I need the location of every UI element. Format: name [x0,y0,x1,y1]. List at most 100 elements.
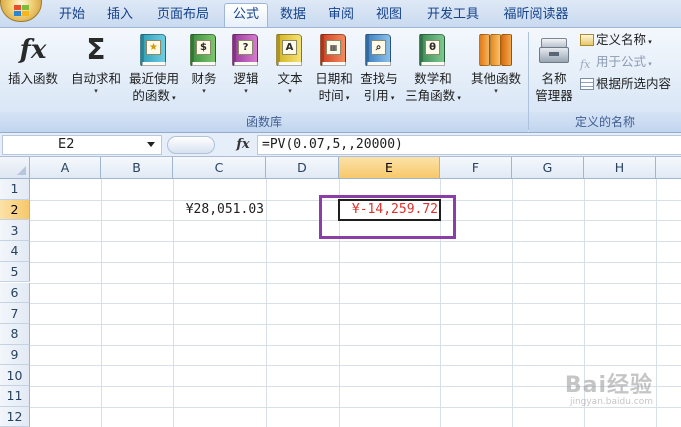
date-time-button[interactable]: ▦ 日期和 时间 ▾ [312,32,356,107]
row-header-4[interactable]: 4 [0,241,30,262]
text-functions-button[interactable]: A 文本 ▾ [272,32,308,96]
create-from-selection-label: 根据所选内容 [596,76,672,91]
fx-icon: fx [19,35,47,65]
tab-foxit-reader[interactable]: 福昕阅读器 [494,5,578,27]
lookup-reference-button[interactable]: ⌕ 查找与 引用 ▾ [356,32,402,107]
lookup-reference-label-1: 查找与 [360,71,398,86]
column-header-a[interactable]: A [30,157,101,179]
autosum-label: 自动求和 [70,71,121,86]
book-magnifier-icon: ⌕ [365,34,391,66]
create-from-selection-icon [580,78,594,90]
office-logo-icon [14,5,30,17]
book-finance-icon: $ [190,34,216,66]
worksheet-grid[interactable]: A B C D E F G H 1 2 3 4 5 6 7 8 9 10 11 … [0,157,681,427]
column-header-c[interactable]: C [173,157,266,179]
cell-c2[interactable]: ¥28,051.03 [173,200,264,220]
name-manager-label-2: 管理器 [535,88,573,103]
row-header-10[interactable]: 10 [0,365,30,386]
math-trig-label-2: 三角函数 [405,88,456,103]
more-functions-dropdown-icon: ▾ [494,87,498,95]
tab-data[interactable]: 数据 [273,5,313,27]
row-header-11[interactable]: 11 [0,386,30,407]
gridline [30,282,681,284]
date-time-label-1: 日期和 [315,71,353,86]
financial-button[interactable]: $ 财务 ▾ [186,32,222,96]
column-header-f[interactable]: F [440,157,512,179]
autosum-button[interactable]: Σ 自动求和 ▾ [66,32,126,96]
tab-view[interactable]: 视图 [369,5,409,27]
name-box[interactable]: E2 [2,135,162,155]
recently-used-label-2: 的函数 [132,88,170,103]
text-functions-label: 文本 [277,71,303,86]
gridline [30,261,681,263]
recently-used-label-1: 最近使用 [128,71,179,86]
use-in-formula-icon: fx [580,58,591,71]
book-theta-icon: θ [419,34,445,66]
insert-function-label: 插入函数 [7,71,58,86]
ribbon: fx 插入函数 Σ 自动求和 ▾ ★ 最近使用 的函数 ▾ $ 财务 ▾ ? 逻… [0,27,681,133]
tab-page-layout[interactable]: 页面布局 [148,5,218,27]
logical-button[interactable]: ? 逻辑 ▾ [228,32,264,96]
gridline [30,323,681,325]
use-in-formula-label: 用于公式 [596,54,647,69]
office-button[interactable] [0,0,42,22]
row-header-2[interactable]: 2 [0,199,30,221]
math-trig-label-1: 数学和 [414,71,452,86]
create-from-selection-button[interactable]: 根据所选内容 [580,74,671,94]
column-header-d[interactable]: D [266,157,339,179]
name-manager-button[interactable]: 名称 管理器 [530,32,578,104]
insert-function-fx-button[interactable]: fx [233,135,253,155]
tab-home[interactable]: 开始 [52,5,92,27]
define-name-button[interactable]: 定义名称 ▾ [580,30,652,50]
row-header-9[interactable]: 9 [0,344,30,366]
row-header-5[interactable]: 5 [0,261,30,283]
text-functions-dropdown-icon: ▾ [288,87,292,95]
gridline [30,303,681,305]
column-header-next[interactable] [656,157,681,179]
formula-input[interactable]: =PV(0.07,5,,20000) [257,135,681,155]
row-header-6[interactable]: 6 [0,282,30,304]
row-header-3[interactable]: 3 [0,220,30,242]
financial-label: 财务 [191,71,217,86]
ribbon-tab-bar: 开始 插入 页面布局 公式 数据 审阅 视图 开发工具 福昕阅读器 [0,0,681,28]
recently-used-button[interactable]: ★ 最近使用 的函数 ▾ [126,32,182,107]
formula-bar-resize-handle[interactable] [167,136,215,154]
tab-developer[interactable]: 开发工具 [418,5,488,27]
column-header-h[interactable]: H [584,157,656,179]
row-header-8[interactable]: 8 [0,323,30,345]
book-star-icon: ★ [140,34,166,66]
book-text-icon: A [276,34,302,66]
watermark-text: Bai经验 [564,373,653,398]
tab-formulas[interactable]: 公式 [224,3,268,28]
column-header-e[interactable]: E [339,157,440,179]
more-functions-button[interactable]: 其他函数 ▾ [466,32,526,96]
row-header-1[interactable]: 1 [0,179,30,200]
more-functions-label: 其他函数 [470,71,521,86]
column-header-g[interactable]: G [512,157,584,179]
name-box-dropdown-icon[interactable] [147,142,155,147]
lookup-reference-label-2: 引用 [363,88,389,103]
insert-function-button[interactable]: fx 插入函数 [2,32,64,87]
logical-dropdown-icon: ▾ [244,87,248,95]
defined-names-group-title: 定义的名称 [529,112,681,132]
function-library-group-title: 函数库 [0,112,528,132]
tab-insert[interactable]: 插入 [100,5,140,27]
book-question-icon: ? [232,34,258,66]
use-in-formula-button[interactable]: fx 用于公式 ▾ [580,52,652,72]
date-time-label-2: 时间 [318,88,344,103]
select-all-corner[interactable] [0,157,30,179]
financial-dropdown-icon: ▾ [202,87,206,95]
name-manager-icon [537,32,571,68]
cell-e2[interactable]: ¥-14,259.72 [339,200,438,220]
row-header-7[interactable]: 7 [0,303,30,324]
name-manager-label-1: 名称 [541,71,567,86]
gridline [30,344,681,346]
book-calendar-icon: ▦ [320,34,346,66]
autosum-dropdown-icon: ▾ [94,87,98,95]
name-box-value: E2 [58,137,75,152]
row-header-12[interactable]: 12 [0,406,30,427]
column-header-b[interactable]: B [101,157,173,179]
math-trig-button[interactable]: θ 数学和 三角函数 ▾ [402,32,464,107]
sigma-icon: Σ [86,33,106,66]
tab-review[interactable]: 审阅 [321,5,361,27]
